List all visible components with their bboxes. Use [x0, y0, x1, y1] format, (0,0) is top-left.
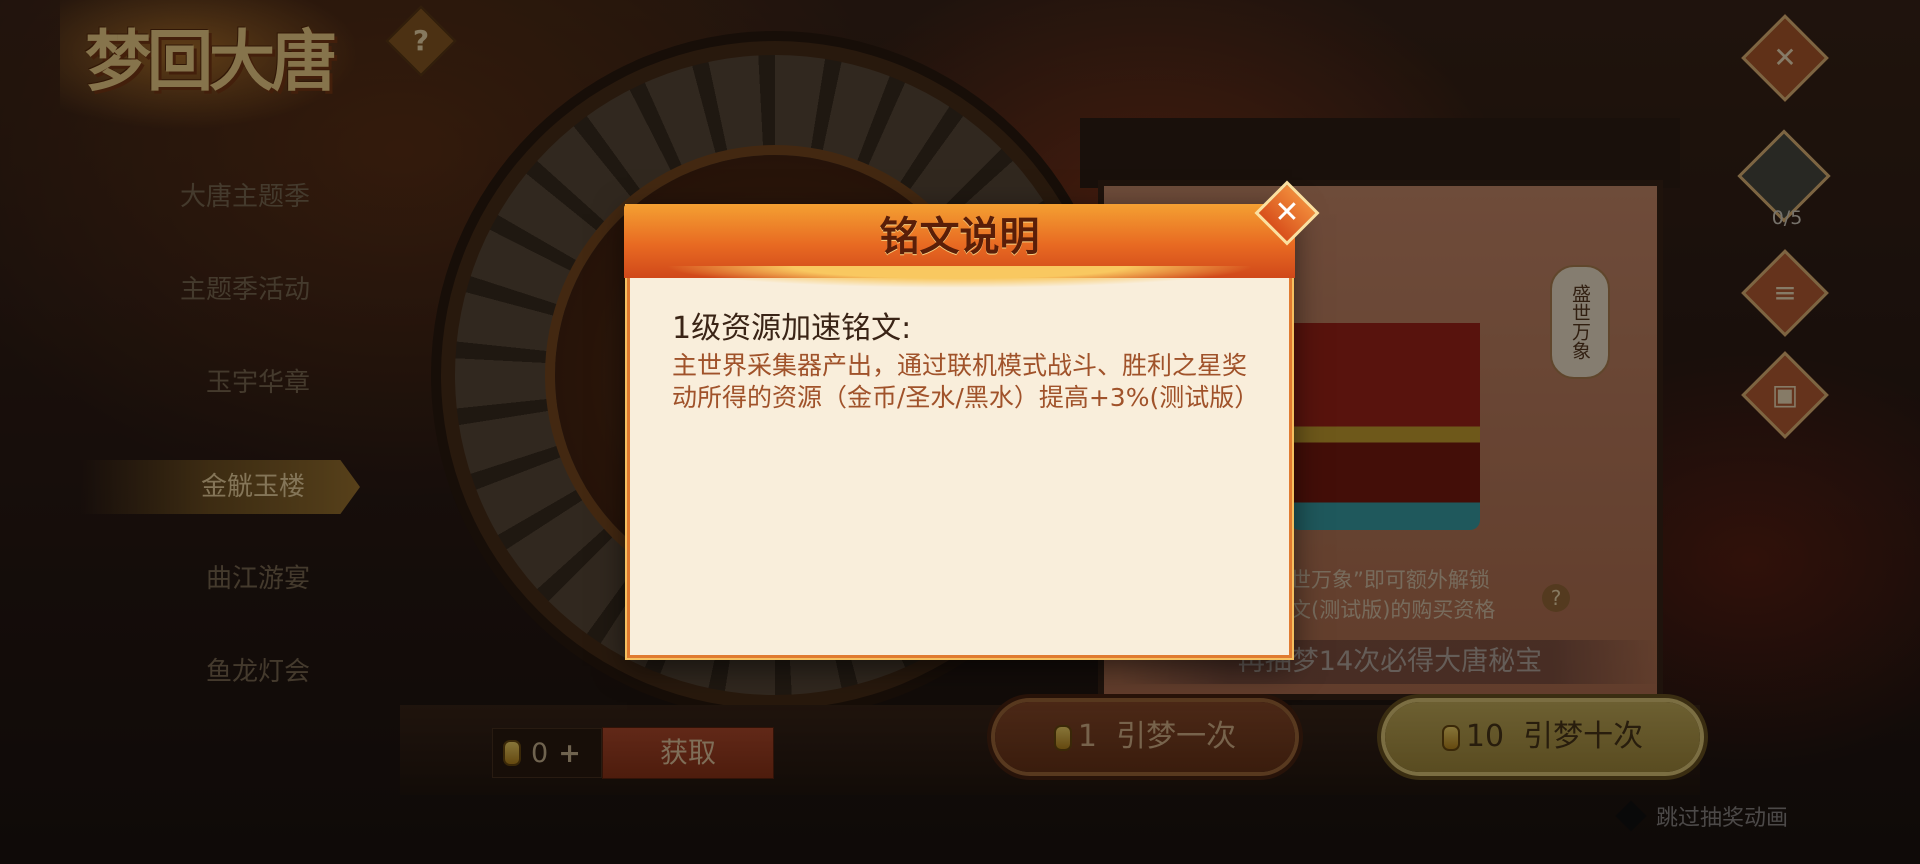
dialog-title: 铭文说明 — [879, 214, 1040, 260]
close-icon: ✕ — [1274, 195, 1300, 230]
inscription-description: 主世界采集器产出，通过联机模式战斗、胜利之星奖动所得的资源（金币/圣水/黑水）提… — [672, 351, 1260, 412]
inscription-heading: 1级资源加速铭文: — [672, 311, 912, 346]
